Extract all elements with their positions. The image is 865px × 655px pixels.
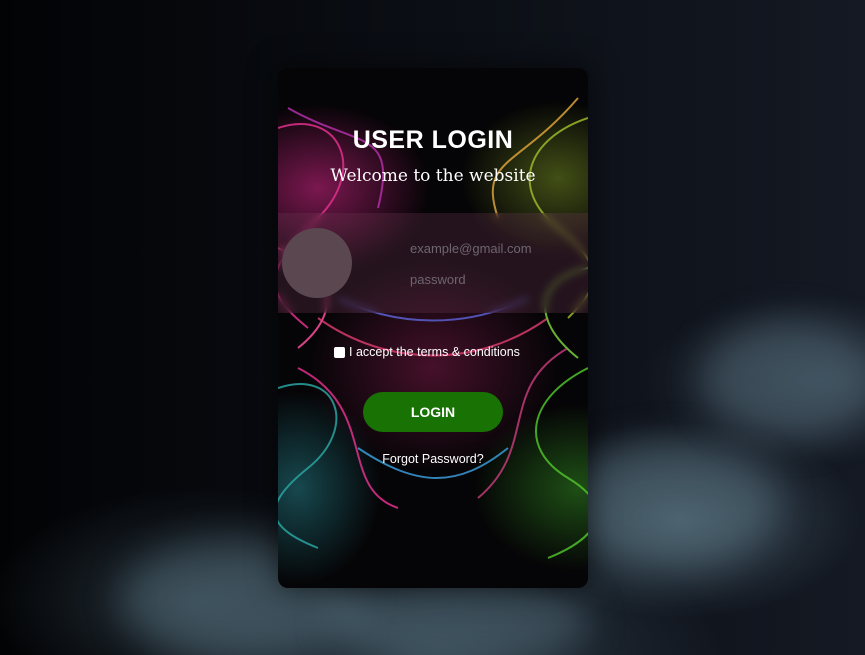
- login-card: USER LOGIN Welcome to the website I acce…: [278, 68, 588, 588]
- forgot-password-link[interactable]: Forgot Password?: [278, 452, 588, 466]
- avatar-icon: [282, 228, 352, 298]
- terms-checkbox[interactable]: [334, 346, 345, 358]
- terms-row: I accept the terms & conditions: [334, 345, 520, 359]
- password-input[interactable]: [410, 268, 560, 290]
- terms-label: I accept the terms & conditions: [349, 345, 520, 359]
- login-button[interactable]: LOGIN: [363, 392, 503, 432]
- fog-cloud: [560, 440, 780, 570]
- email-input[interactable]: [410, 237, 560, 259]
- page-subtitle: Welcome to the website: [330, 166, 536, 186]
- fog-cloud: [700, 320, 865, 440]
- page-title: USER LOGIN: [352, 126, 514, 154]
- page-background: USER LOGIN Welcome to the website I acce…: [0, 0, 865, 655]
